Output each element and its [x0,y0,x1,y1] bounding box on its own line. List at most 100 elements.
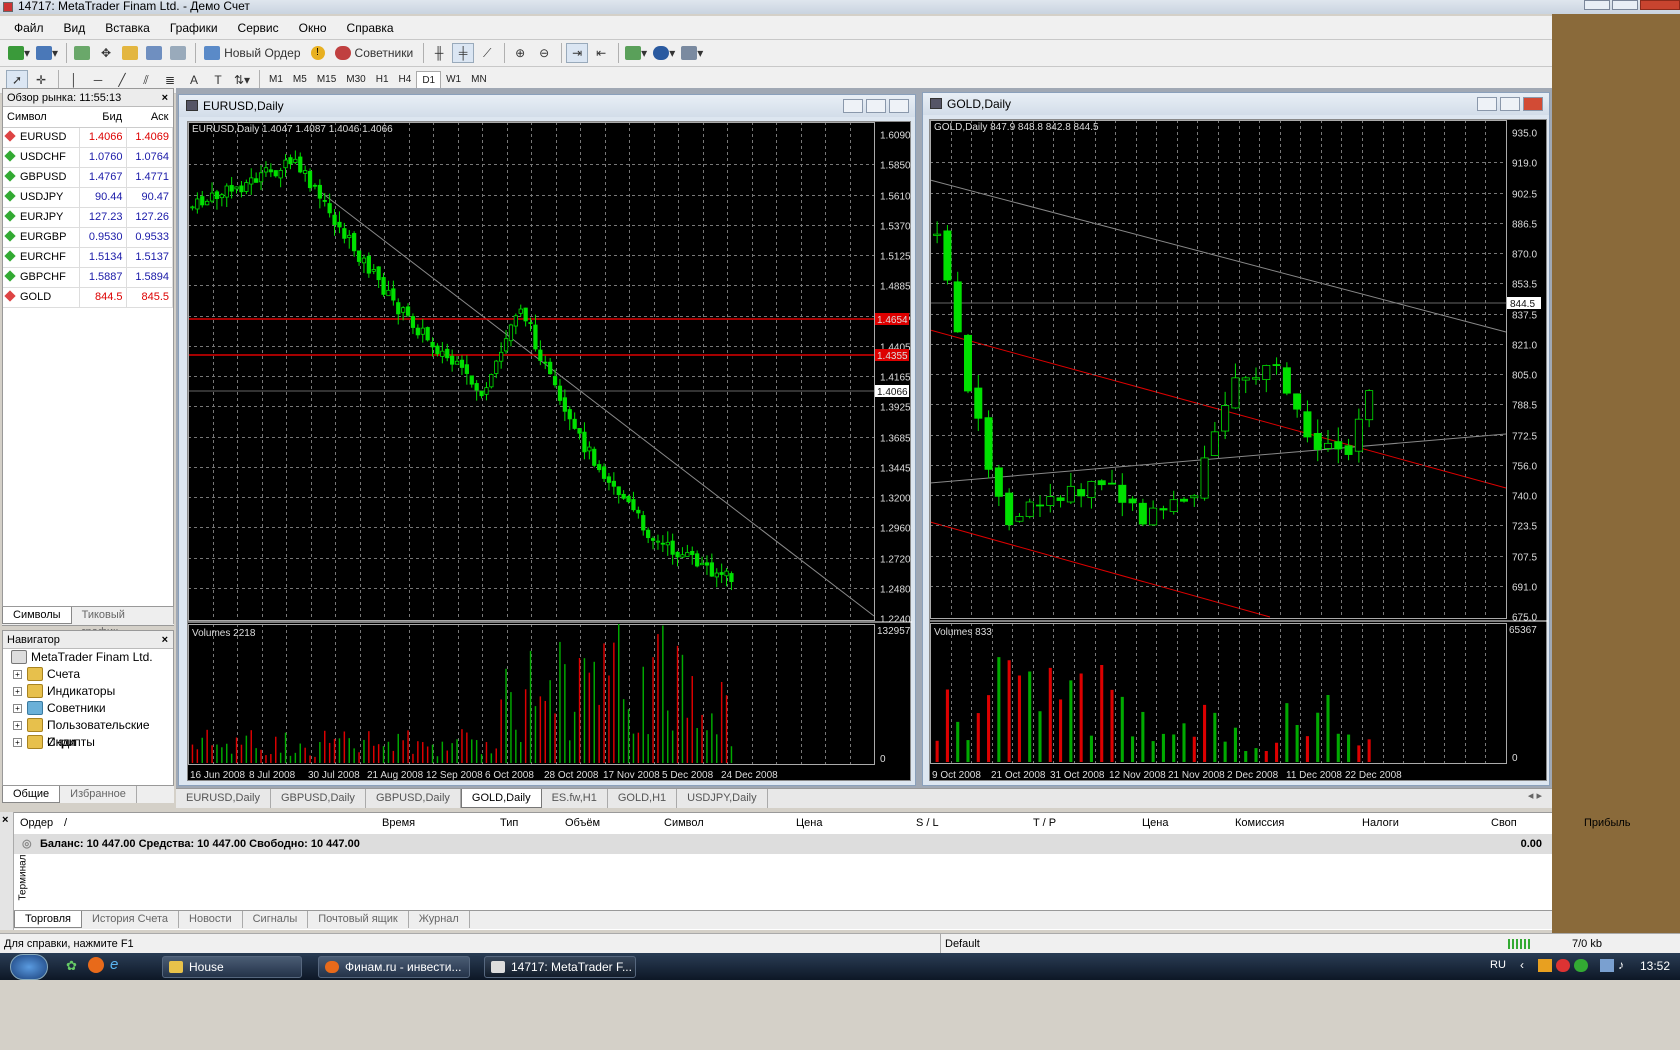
timeframe-w1[interactable]: W1 [441,71,466,89]
navigator-item-accounts[interactable]: + Счета [3,666,173,683]
menu-charts[interactable]: Графики [160,21,228,35]
term-col-sl[interactable]: S / L [916,817,939,829]
ie-icon[interactable]: e [110,956,118,973]
market-watch-row[interactable]: EURUSD 1.4066 1.4069 [3,127,174,148]
vertical-line-icon[interactable]: │ [63,70,85,90]
cursor-icon[interactable]: ➚ [6,70,28,90]
periods-button[interactable]: ▾ [651,43,677,63]
tray-app-icon[interactable] [1538,959,1552,972]
market-watch-row[interactable]: USDCHF 1.0760 1.0764 [3,147,174,168]
navigator-close-icon[interactable]: × [162,631,168,649]
tab-account-history[interactable]: История Счета [82,911,180,928]
term-col-order[interactable]: Ордер [20,817,53,829]
chart-maximize-button[interactable] [866,99,886,113]
col-ask[interactable]: Аск [126,107,173,128]
tab-signals[interactable]: Сигналы [243,911,309,928]
col-symbol[interactable]: Символ [3,107,80,128]
tray-expand-icon[interactable]: ‹ [1520,958,1524,972]
chart-shift-icon[interactable]: ⇤ [590,43,612,63]
zoom-in-icon[interactable]: ⊕ [509,43,531,63]
tab-tick-chart[interactable]: Тиковый график [72,607,174,638]
strategy-tester-icon[interactable] [167,43,189,63]
start-button[interactable] [10,954,48,980]
market-watch-row[interactable]: EURCHF 1.5134 1.5137 [3,247,174,268]
task-house[interactable]: House [162,956,302,978]
close-button[interactable] [1640,0,1680,10]
chart-tab[interactable]: ES.fw,H1 [542,789,608,808]
text-label-icon[interactable]: T [207,70,229,90]
task-metatrader[interactable]: 14717: MetaTrader F... [484,956,636,978]
language-indicator[interactable]: RU [1490,959,1506,971]
tray-chat-icon[interactable] [1574,959,1588,972]
chart-tab[interactable]: EURUSD,Daily [176,789,271,808]
timeframe-m5[interactable]: M5 [288,71,312,89]
market-watch-row[interactable]: GOLD 844.5 845.5 [3,287,174,308]
tab-favorites[interactable]: Избранное [60,786,137,803]
menu-file[interactable]: Файл [4,21,54,35]
market-watch-row[interactable]: USDJPY 90.44 90.47 [3,187,174,208]
tab-journal[interactable]: Журнал [409,911,470,928]
tray-network-icon[interactable] [1600,959,1614,972]
col-bid[interactable]: Бид [79,107,127,128]
chart-minimize-button[interactable] [1477,97,1497,111]
chart-maximize-button[interactable] [1500,97,1520,111]
market-watch-row[interactable]: GBPUSD 1.4767 1.4771 [3,167,174,188]
tab-trade[interactable]: Торговля [14,911,82,928]
tray-antivirus-icon[interactable] [1556,959,1570,972]
fibonacci-icon[interactable]: ≣ [159,70,181,90]
market-watch-row[interactable]: EURJPY 127.23 127.26 [3,207,174,228]
navigator-item-scripts[interactable]: + Скрипты [3,734,173,751]
indicators-button[interactable]: ▾ [623,43,649,63]
text-icon[interactable]: A [183,70,205,90]
arrows-icon[interactable]: ⇅▾ [231,70,253,90]
term-col-swap[interactable]: Своп [1491,817,1517,829]
chart-tab[interactable]: GOLD,H1 [608,789,678,808]
chart-eurusd[interactable]: 1.6090 1.5850 1.5610 1.5370 1.5125 1.4885 1.46… [187,121,912,782]
firefox-icon[interactable] [88,957,104,973]
alert-icon[interactable]: ! [307,43,329,63]
data-window-icon[interactable]: ✥ [95,43,117,63]
trendline-icon[interactable]: ╱ [111,70,133,90]
balance-row[interactable]: ◎ Баланс: 10 447.00 Средства: 10 447.00 … [14,834,1552,854]
chart-eurusd-canvas[interactable]: 1.6090 1.5850 1.5610 1.5370 1.5125 1.4885 1.46… [188,122,912,782]
candle-chart-icon[interactable]: ╪ [452,43,475,63]
market-watch-toggle-icon[interactable] [71,43,93,63]
quicklaunch-app-icon[interactable]: ✿ [66,958,77,974]
new-chart-button[interactable]: ▾ [6,43,32,63]
term-col-commission[interactable]: Комиссия [1235,817,1284,829]
market-watch-row[interactable]: GBPCHF 1.5887 1.5894 [3,267,174,288]
minimize-button[interactable] [1584,0,1610,10]
chart-tab[interactable]: GBPUSD,Daily [271,789,366,808]
navigator-item-advisors[interactable]: + Советники [3,700,173,717]
term-col-price[interactable]: Цена [796,817,822,829]
clock[interactable]: 13:52 [1640,959,1670,973]
chart-tab-active[interactable]: GOLD,Daily [460,789,542,808]
menu-view[interactable]: Вид [54,21,96,35]
profiles-button[interactable]: ▾ [34,43,60,63]
menu-window[interactable]: Окно [289,21,337,35]
task-finam-browser[interactable]: Финам.ru - инвести... [318,956,470,978]
chart-close-button[interactable] [889,99,909,113]
expert-advisors-button[interactable]: Советники [331,43,418,63]
term-col-price2[interactable]: Цена [1142,817,1168,829]
tab-mailbox[interactable]: Почтовый ящик [308,911,409,928]
menu-insert[interactable]: Вставка [95,21,160,35]
autoscroll-icon[interactable]: ⇥ [566,43,589,63]
chart-gold[interactable]: 935.0 919.0 902.5 886.5 870.0 853.5 837.5 821.0… [929,119,1548,781]
tab-common[interactable]: Общие [2,786,61,803]
navigator-toggle-icon[interactable] [119,43,141,63]
market-watch-close-icon[interactable]: × [162,89,168,107]
templates-button[interactable]: ▾ [679,43,705,63]
timeframe-m1[interactable]: M1 [264,71,288,89]
tab-news[interactable]: Новости [179,911,243,928]
tab-symbols[interactable]: Символы [2,607,72,624]
term-col-symbol[interactable]: Символ [664,817,704,829]
timeframe-m30[interactable]: M30 [341,71,370,89]
chart-close-button[interactable] [1523,97,1543,111]
equidistant-channel-icon[interactable]: ⫽ [135,70,157,90]
new-order-button[interactable]: Новый Ордер [200,43,304,63]
crosshair-icon[interactable]: ✛ [30,70,52,90]
timeframe-m15[interactable]: M15 [312,71,341,89]
menu-tools[interactable]: Сервис [228,21,289,35]
horizontal-line-icon[interactable]: ─ [87,70,109,90]
